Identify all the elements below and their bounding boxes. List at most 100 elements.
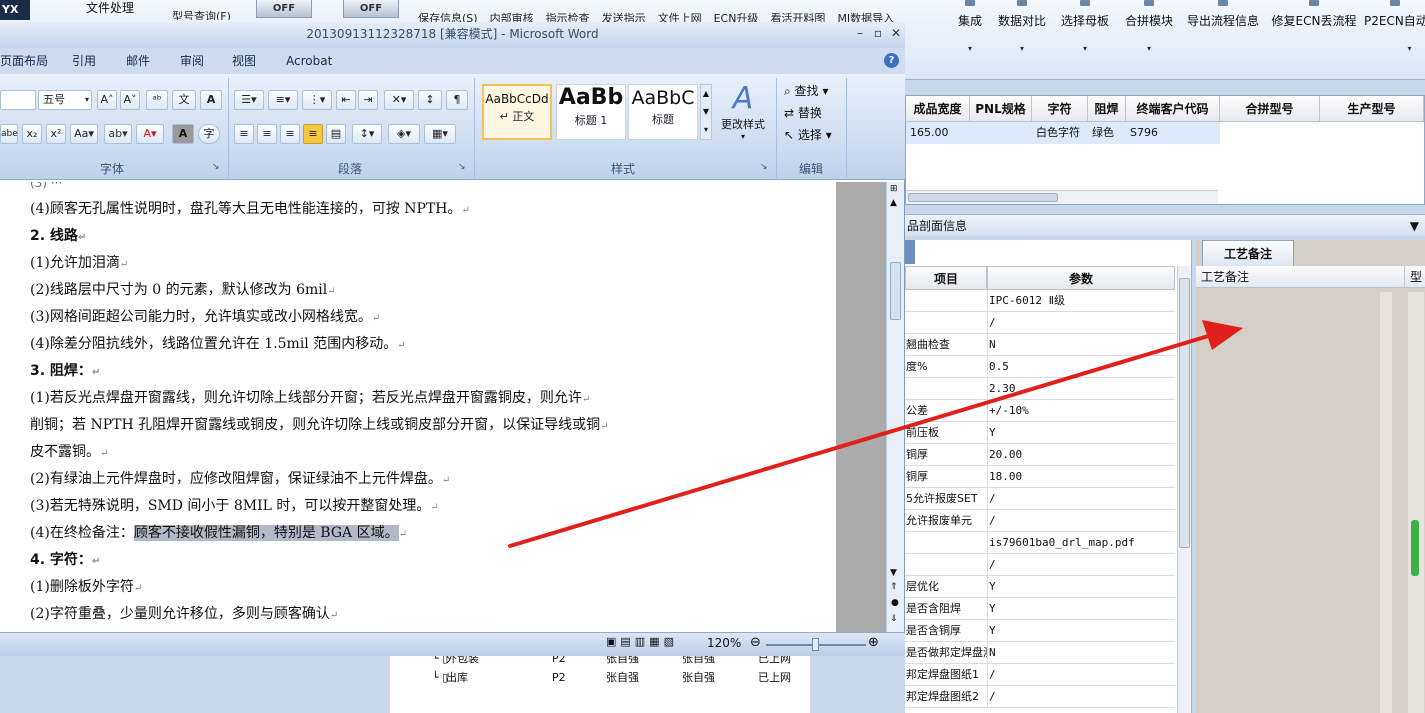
- doc-line[interactable]: (2)有绿油上元件焊盘时，应修改阻焊窗，保证绿油不上元件焊盘。↵: [30, 466, 450, 492]
- minimize-button[interactable]: –: [852, 24, 868, 42]
- font-color-icon[interactable]: A▾: [136, 124, 164, 144]
- browse-object-icon[interactable]: ●: [891, 598, 899, 608]
- phonetic-guide-icon[interactable]: 文: [172, 90, 196, 110]
- param-value[interactable]: 20.00: [987, 444, 1175, 466]
- strikethrough-icon[interactable]: abe: [0, 124, 18, 144]
- cell-width[interactable]: 165.00: [906, 122, 970, 144]
- next-page-icon[interactable]: ⇓: [890, 614, 898, 624]
- bullets-icon[interactable]: ☰▾: [234, 90, 264, 110]
- param-col-value[interactable]: 参数: [987, 266, 1175, 290]
- data-compare-button[interactable]: 数据对比 ▾: [996, 0, 1048, 80]
- subscript-icon[interactable]: x₂: [22, 124, 42, 144]
- param-row[interactable]: 铜厚 18.00: [905, 466, 1175, 488]
- prev-page-icon[interactable]: ⇑: [890, 582, 898, 592]
- change-styles-button[interactable]: A 更改样式 ▾: [716, 82, 770, 152]
- col-merge-model[interactable]: 合拼型号: [1220, 96, 1320, 122]
- tree-node-user[interactable]: 张自强: [606, 669, 639, 687]
- param-value[interactable]: IPC-6012 Ⅱ级: [987, 290, 1175, 312]
- param-value[interactable]: /: [987, 686, 1175, 708]
- change-case-icon[interactable]: Aa▾: [70, 124, 98, 144]
- char-shading-icon[interactable]: A: [172, 124, 194, 144]
- param-value[interactable]: Y: [987, 598, 1175, 620]
- param-tab[interactable]: [905, 240, 915, 264]
- replace-button[interactable]: ⇄ 替换: [784, 104, 822, 121]
- doc-line[interactable]: 削铜；若 NPTH 孔阻焊开窗露线或铜皮，则允许切除上线或铜皮部分开窗，以保证导…: [30, 412, 609, 438]
- tab-page-layout[interactable]: 页面布局: [0, 48, 48, 74]
- col-customer-code[interactable]: 终端客户代码: [1126, 96, 1220, 122]
- param-value[interactable]: N: [987, 334, 1175, 356]
- doc-line[interactable]: (1)删除板外字符↵: [30, 574, 142, 600]
- shading-icon[interactable]: ◈▾: [388, 124, 420, 144]
- side-scroll-thumb[interactable]: [1411, 520, 1419, 576]
- col-production-model[interactable]: 生产型号: [1320, 96, 1424, 122]
- selected-text[interactable]: 顾客不接收假性漏铜，特别是 BGA 区域。: [133, 525, 399, 541]
- param-row[interactable]: 2.30: [905, 378, 1175, 400]
- scroll-up-icon[interactable]: ▲: [890, 198, 897, 208]
- doc-line[interactable]: (3)若无特殊说明，SMD 间小于 8MIL 时，可以按开整窗处理。↵: [30, 493, 439, 519]
- param-row[interactable]: 5允许报废SET /: [905, 488, 1175, 510]
- multilevel-list-icon[interactable]: ⋮▾: [302, 90, 332, 110]
- doc-line[interactable]: (1)若反光点焊盘开窗露线，则允许切除上线部分开窗；若反光点焊盘开窗露铜皮，则允…: [30, 385, 590, 411]
- tab-review[interactable]: 审阅: [180, 48, 204, 74]
- doc-line[interactable]: (4)除差分阻抗线外，线路位置允许在 1.5mil 范围内移动。↵: [30, 331, 406, 357]
- doc-line[interactable]: (4)在终检备注：顾客不接收假性漏铜，特别是 BGA 区域。↵: [30, 520, 407, 546]
- col-solder-mask[interactable]: 阻焊: [1088, 96, 1126, 122]
- tree-node-code[interactable]: P2: [552, 669, 566, 687]
- model-query-button[interactable]: 型号查询(F): [172, 4, 244, 20]
- param-row[interactable]: 允许报废单元 /: [905, 510, 1175, 532]
- sort-icon[interactable]: ↕: [418, 90, 442, 110]
- p2ecn-auto-button[interactable]: P2ECN自动 ▾: [1364, 0, 1425, 80]
- style-title[interactable]: AaBbC 标题: [628, 84, 698, 140]
- param-value[interactable]: /: [987, 510, 1175, 532]
- param-value[interactable]: /: [987, 488, 1175, 510]
- zoom-level[interactable]: 120%: [707, 636, 741, 650]
- doc-line[interactable]: (1)允许加泪滴↵: [30, 250, 128, 276]
- clear-format-icon[interactable]: ᵃᵇ: [146, 90, 168, 110]
- grow-font-icon[interactable]: A˄: [97, 90, 117, 110]
- line-spacing-icon[interactable]: ↕▾: [352, 124, 382, 144]
- paragraph-dialog-launcher-icon[interactable]: ↘: [458, 162, 466, 172]
- param-value[interactable]: /: [987, 554, 1175, 576]
- tab-view[interactable]: 视图: [232, 48, 256, 74]
- help-icon[interactable]: ?: [884, 53, 899, 68]
- param-value[interactable]: /: [987, 312, 1175, 334]
- doc-scroll-thumb[interactable]: [890, 262, 901, 320]
- fix-ecn-button[interactable]: 修复ECN丢流程: [1270, 0, 1358, 80]
- font-dialog-launcher-icon[interactable]: ↘: [212, 162, 220, 172]
- cell-solder[interactable]: 绿色: [1088, 122, 1126, 144]
- increase-indent-icon[interactable]: ⇥: [358, 90, 378, 110]
- restore-button[interactable]: ▫: [870, 24, 886, 42]
- styles-dialog-launcher-icon[interactable]: ↘: [760, 162, 768, 172]
- param-value[interactable]: 2.30: [987, 378, 1175, 400]
- doc-line[interactable]: (2)字符重叠，少量则允许移位，多则与顾客确认↵: [30, 601, 338, 627]
- styles-scroll[interactable]: ▲ ▼ ▾: [700, 84, 712, 140]
- param-row[interactable]: 层优化 Y: [905, 576, 1175, 598]
- param-row[interactable]: 前压板 Y: [905, 422, 1175, 444]
- param-col-item[interactable]: 项目: [905, 266, 987, 290]
- param-row[interactable]: 翘曲检查 N: [905, 334, 1175, 356]
- char-border-icon[interactable]: A: [200, 90, 222, 110]
- side-scrollbar[interactable]: [1408, 292, 1424, 713]
- doc-vscrollbar[interactable]: ⊞ ▲ ▼ ⇑ ● ⇓: [886, 182, 904, 632]
- justify-icon[interactable]: ≡: [303, 124, 323, 144]
- param-scroll-thumb[interactable]: [1179, 278, 1190, 548]
- doc-line[interactable]: 皮不露铜。↵: [30, 439, 108, 465]
- hscroll-thumb[interactable]: [908, 193, 1058, 202]
- font-name-box[interactable]: [0, 90, 36, 110]
- param-value[interactable]: Y: [987, 576, 1175, 598]
- param-row[interactable]: /: [905, 554, 1175, 576]
- cell-pnl[interactable]: [970, 122, 1032, 144]
- align-center-icon[interactable]: ≡: [257, 124, 277, 144]
- param-row[interactable]: 铜厚 20.00: [905, 444, 1175, 466]
- doc-line[interactable]: (2)线路层中尺寸为 0 的元素，默认修改为 6mil↵: [30, 277, 336, 303]
- cell-customer-code[interactable]: S796: [1126, 122, 1220, 144]
- note-scrollbar[interactable]: [1380, 292, 1392, 713]
- col-pnl-spec[interactable]: PNL规格: [970, 96, 1032, 122]
- select-motherboard-button[interactable]: 选择母板 ▾: [1058, 0, 1112, 80]
- cell-character[interactable]: 白色字符: [1032, 122, 1088, 144]
- param-row[interactable]: IPC-6012 Ⅱ级: [905, 290, 1175, 312]
- document-page[interactable]: (3) ··· (4)顾客无孔属性说明时，盘孔等大且无电性能连接的，可按 NPT…: [0, 182, 836, 632]
- export-flow-button[interactable]: 导出流程信息: [1184, 0, 1262, 80]
- col-finished-width[interactable]: 成品宽度: [906, 96, 970, 122]
- tab-acrobat[interactable]: Acrobat: [286, 48, 332, 74]
